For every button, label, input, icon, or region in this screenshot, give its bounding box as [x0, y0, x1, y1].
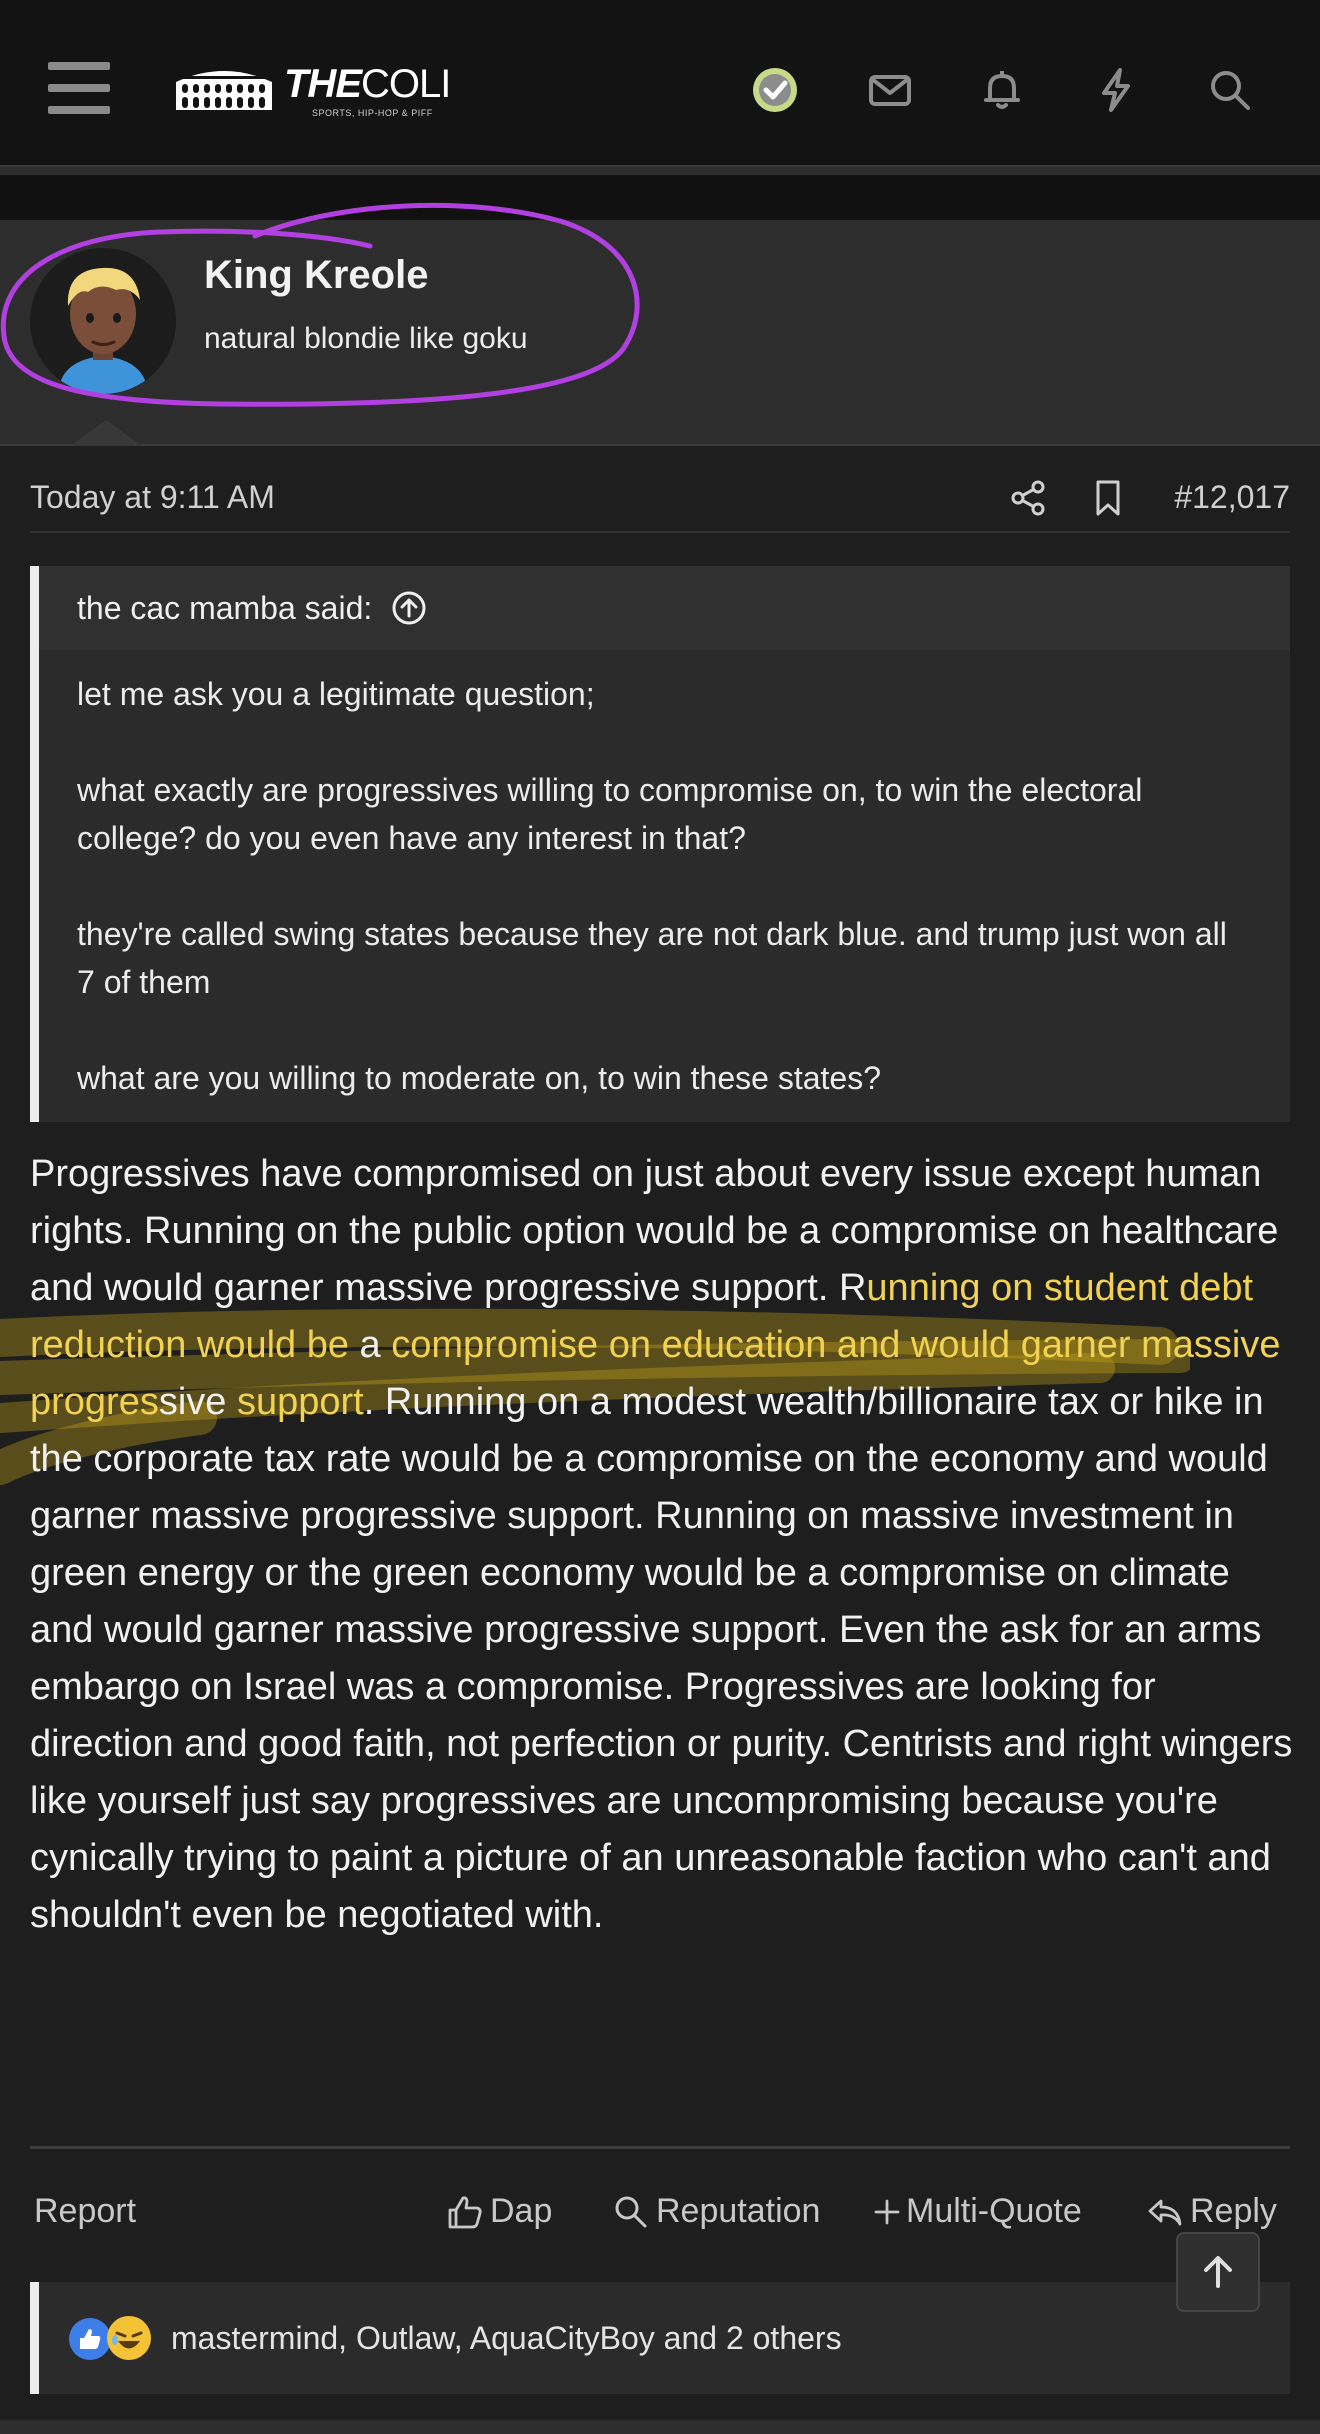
post-timestamp[interactable]: Today at 9:11 AM: [30, 479, 275, 516]
search-icon[interactable]: [1200, 60, 1260, 120]
scroll-to-top-button[interactable]: [1176, 2232, 1260, 2312]
body-text: a: [349, 1324, 392, 1366]
quote-paragraph: let me ask you a legitimate question;: [77, 676, 595, 712]
logo-subtitle: SPORTS, HIP-HOP & PIFF: [312, 108, 433, 118]
post-number-link[interactable]: #12,017: [1174, 479, 1290, 516]
avatar[interactable]: [30, 248, 176, 394]
banner-pointer: [70, 420, 142, 446]
body-text: sive: [158, 1381, 237, 1423]
share-icon[interactable]: [1008, 478, 1048, 518]
dap-button[interactable]: Dap: [446, 2192, 552, 2231]
reply-button[interactable]: Reply: [1146, 2192, 1277, 2231]
envelope-icon[interactable]: [860, 60, 920, 120]
check-icon[interactable]: [745, 60, 805, 120]
quote-header: the cac mamba said:: [39, 566, 1290, 650]
post-footer-divider: [30, 2146, 1290, 2149]
post-header-divider: [30, 531, 1290, 533]
arrow-up-circle-icon[interactable]: [390, 589, 428, 627]
cartoon-avatar-icon: [30, 248, 176, 394]
dap-label: Dap: [490, 2192, 553, 2230]
reactions-list[interactable]: mastermind, Outlaw, AquaCityBoy and 2 ot…: [171, 2320, 842, 2357]
user-banner: [0, 220, 1320, 446]
quote-author[interactable]: the cac mamba said:: [77, 590, 372, 627]
top-navigation-bar: THECOLI SPORTS, HIP-HOP & PIFF: [0, 0, 1320, 165]
hamburger-menu-icon[interactable]: [48, 62, 110, 114]
quote-block: the cac mamba said: let me ask you a leg…: [30, 566, 1290, 1122]
coliseum-logo-icon: [176, 71, 272, 110]
logo-title: THECOLI: [284, 62, 451, 106]
laughing-reaction-icon: [107, 2316, 151, 2360]
logo-text: THECOLI SPORTS, HIP-HOP & PIFF: [284, 62, 451, 118]
user-title: natural blondie like goku: [204, 322, 528, 355]
reaction-icons[interactable]: [69, 2314, 165, 2362]
post-message-body: Progressives have compromised on just ab…: [30, 1146, 1300, 1944]
quote-paragraph: what exactly are progressives willing to…: [77, 772, 1143, 856]
site-logo[interactable]: THECOLI SPORTS, HIP-HOP & PIFF: [172, 58, 472, 118]
bottom-strip: [0, 2420, 1320, 2434]
multi-quote-label: Multi-Quote: [906, 2192, 1082, 2230]
body-text: . Running on a modest wealth/billionaire…: [30, 1381, 1293, 1936]
quote-body: let me ask you a legitimate question; wh…: [39, 650, 1290, 1102]
magnifier-icon: [615, 2196, 647, 2227]
like-reaction-icon: [69, 2318, 111, 2360]
plus-icon: [874, 2199, 900, 2224]
topbar-divider: [0, 165, 1320, 175]
reputation-label: Reputation: [656, 2192, 821, 2230]
lightning-icon[interactable]: [1086, 60, 1146, 120]
report-link[interactable]: Report: [34, 2192, 136, 2231]
reply-arrow-icon: [1148, 2199, 1182, 2225]
reply-label: Reply: [1190, 2192, 1277, 2230]
quote-paragraph: they're called swing states because they…: [77, 916, 1227, 1000]
multi-quote-button[interactable]: Multi-Quote: [872, 2192, 1082, 2231]
bell-icon[interactable]: [972, 60, 1032, 120]
quote-paragraph: what are you willing to moderate on, to …: [77, 1060, 881, 1096]
thumbs-up-icon: [448, 2195, 482, 2228]
reactions-bar: mastermind, Outlaw, AquaCityBoy and 2 ot…: [30, 2282, 1290, 2394]
reputation-button[interactable]: Reputation: [612, 2192, 820, 2231]
bookmark-icon[interactable]: [1088, 478, 1128, 518]
highlighted-text: support: [236, 1381, 364, 1423]
topbar-spacer: [0, 175, 1320, 220]
arrow-up-icon: [1204, 2256, 1232, 2288]
username[interactable]: King Kreole: [204, 253, 428, 298]
